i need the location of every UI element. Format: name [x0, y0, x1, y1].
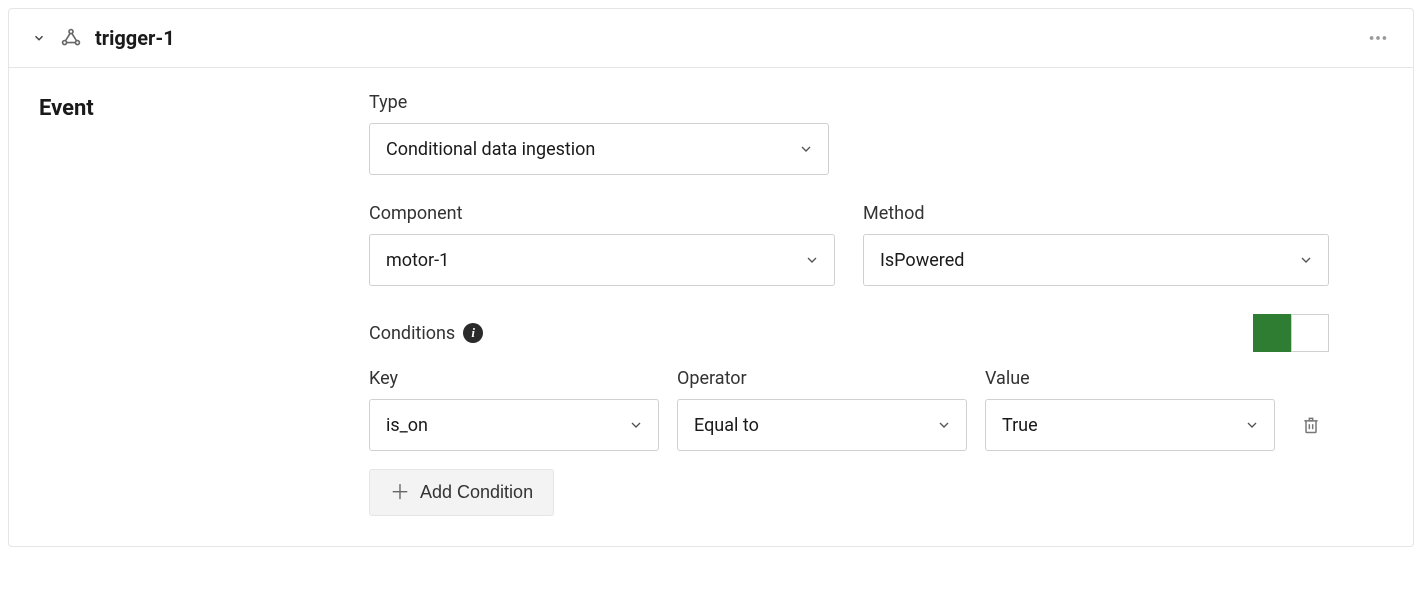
section-label-column: Event	[39, 92, 369, 516]
operator-column-label: Operator	[677, 368, 967, 389]
condition-key-select[interactable]: is_on	[369, 399, 659, 451]
method-select[interactable]: IsPowered	[863, 234, 1329, 286]
component-value: motor-1	[386, 250, 449, 271]
conditions-header: Conditions i	[369, 314, 1329, 352]
type-value: Conditional data ingestion	[386, 139, 595, 160]
chevron-down-icon	[804, 252, 820, 268]
condition-value-select[interactable]: True	[985, 399, 1275, 451]
condition-value-field: Value True	[985, 368, 1275, 451]
form-column: Type Conditional data ingestion Componen…	[369, 92, 1329, 516]
more-menu-button[interactable]	[1363, 23, 1393, 53]
condition-operator-field: Operator Equal to	[677, 368, 967, 451]
component-select[interactable]: motor-1	[369, 234, 835, 286]
conditions-label-text: Conditions	[369, 323, 455, 344]
dots-horizontal-icon	[1367, 27, 1389, 49]
condition-key-value: is_on	[386, 415, 428, 436]
method-value: IsPowered	[880, 250, 964, 271]
type-field: Type Conditional data ingestion	[369, 92, 829, 175]
conditions-toggle[interactable]	[1253, 314, 1329, 352]
condition-key-field: Key is_on	[369, 368, 659, 451]
type-select[interactable]: Conditional data ingestion	[369, 123, 829, 175]
chevron-down-icon	[936, 417, 952, 433]
method-field: Method IsPowered	[863, 203, 1329, 286]
trash-icon	[1301, 414, 1321, 436]
type-label: Type	[369, 92, 829, 113]
delete-condition-button[interactable]	[1293, 399, 1329, 451]
condition-operator-value: Equal to	[694, 415, 759, 436]
panel-title: trigger-1	[95, 26, 175, 50]
condition-row: Key is_on Operator Equal to	[369, 368, 1329, 451]
chevron-down-icon	[1298, 252, 1314, 268]
component-label: Component	[369, 203, 835, 224]
chevron-down-icon	[1244, 417, 1260, 433]
value-column-label: Value	[985, 368, 1275, 389]
trigger-panel: trigger-1 Event Type Conditional data in…	[8, 8, 1414, 547]
method-label: Method	[863, 203, 1329, 224]
plus-icon: ＋	[390, 483, 410, 503]
info-icon[interactable]: i	[463, 323, 483, 343]
webhook-icon	[59, 26, 83, 50]
condition-value-text: True	[1002, 415, 1038, 436]
panel-body: Event Type Conditional data ingestion Co…	[9, 68, 1413, 546]
toggle-knob	[1291, 314, 1329, 352]
section-label: Event	[39, 96, 369, 121]
key-column-label: Key	[369, 368, 659, 389]
conditions-label: Conditions i	[369, 323, 483, 344]
add-condition-button[interactable]: ＋ Add Condition	[369, 469, 554, 516]
condition-operator-select[interactable]: Equal to	[677, 399, 967, 451]
component-field: Component motor-1	[369, 203, 835, 286]
chevron-down-icon	[798, 141, 814, 157]
chevron-down-icon	[628, 417, 644, 433]
chevron-down-icon	[32, 31, 46, 45]
panel-header: trigger-1	[9, 9, 1413, 68]
collapse-toggle[interactable]	[29, 28, 49, 48]
add-condition-label: Add Condition	[420, 482, 533, 503]
